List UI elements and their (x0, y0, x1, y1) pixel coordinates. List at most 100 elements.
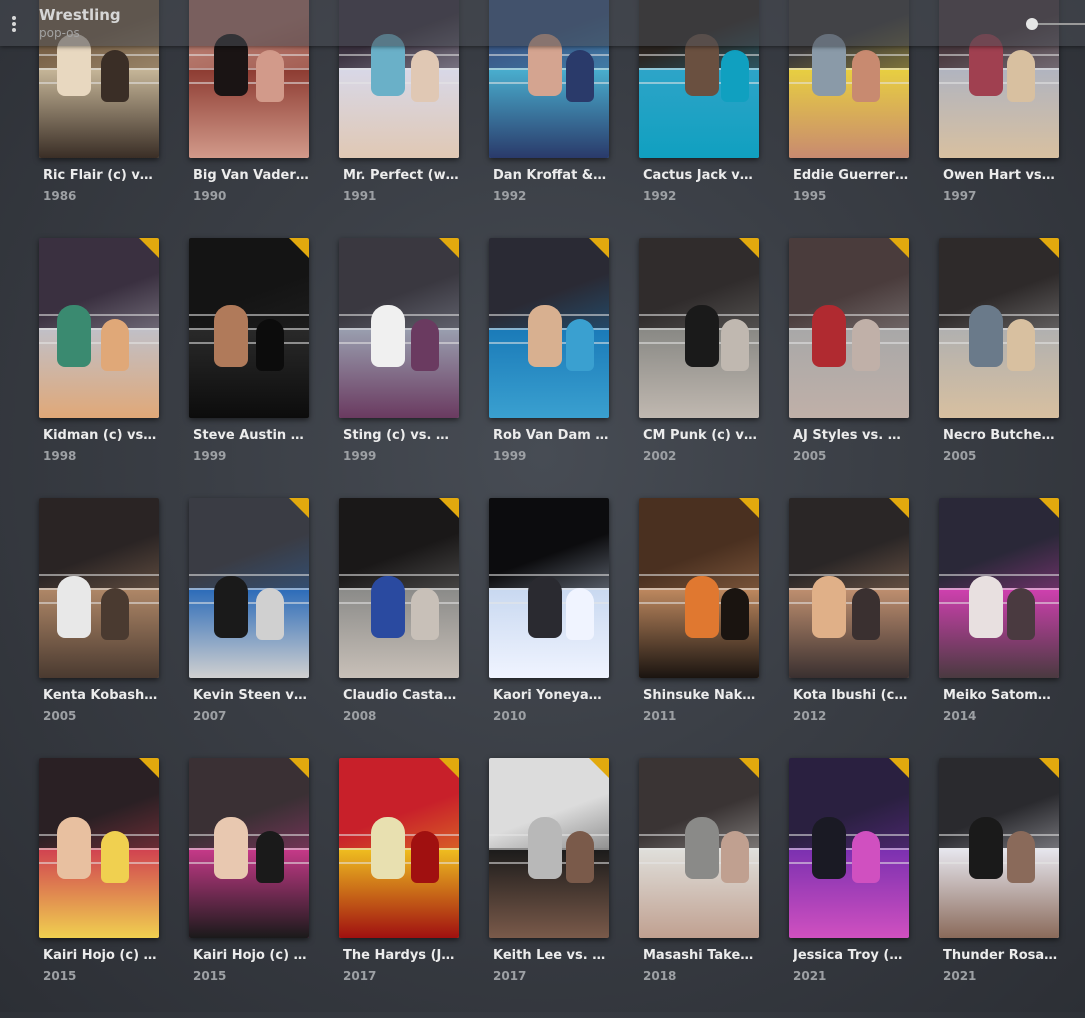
media-title[interactable]: AJ Styles vs. Aby… (793, 428, 909, 443)
media-year: 1997 (943, 189, 977, 203)
poster-thumbnail[interactable] (39, 238, 159, 418)
library-title: Wrestling (39, 6, 121, 24)
media-card[interactable]: Kota Ibushi (c) v… 2012 (789, 498, 909, 738)
media-card[interactable]: Masashi Takeda… 2018 (639, 758, 759, 998)
poster-thumbnail[interactable] (39, 498, 159, 678)
poster-thumbnail[interactable] (489, 498, 609, 678)
poster-thumbnail[interactable] (639, 498, 759, 678)
media-card[interactable]: Steve Austin (c) … 1999 (189, 238, 309, 478)
media-title[interactable]: Kaori Yoneyama… (493, 688, 609, 703)
media-title[interactable]: Eddie Guerrero … (793, 168, 909, 183)
wrestler-figure (411, 588, 439, 640)
poster-thumbnail[interactable] (939, 758, 1059, 938)
poster-thumbnail[interactable] (339, 758, 459, 938)
header-bar: Wrestling pop-os (0, 0, 1085, 46)
media-card[interactable]: Kevin Steen vs. … 2007 (189, 498, 309, 738)
media-card[interactable]: CM Punk (c) vs. … 2002 (639, 238, 759, 478)
media-title[interactable]: Jessica Troy (c) v… (793, 948, 909, 963)
media-card[interactable]: Kairi Hojo (c) vs.… 2015 (189, 758, 309, 998)
media-card[interactable]: Rob Van Dam (c… 1999 (489, 238, 609, 478)
media-title[interactable]: Dan Kroffat & D… (493, 168, 609, 183)
poster-thumbnail[interactable] (939, 498, 1059, 678)
wrestler-figure (721, 831, 749, 883)
media-title[interactable]: Kota Ibushi (c) v… (793, 688, 909, 703)
wrestler-figure (852, 831, 880, 883)
media-year: 2015 (43, 969, 77, 983)
media-title[interactable]: Cactus Jack vs. S… (643, 168, 759, 183)
media-card[interactable]: Sting (c) vs. Dia… 1999 (339, 238, 459, 478)
media-title[interactable]: Claudio Castagn… (343, 688, 459, 703)
media-title[interactable]: Owen Hart vs. T… (943, 168, 1059, 183)
media-card[interactable]: Keith Lee vs. Do… 2017 (489, 758, 609, 998)
media-title[interactable]: CM Punk (c) vs. … (643, 428, 759, 443)
media-year: 1990 (193, 189, 227, 203)
media-year: 2008 (343, 709, 377, 723)
media-title[interactable]: Big Van Vader (c… (193, 168, 309, 183)
poster-thumbnail[interactable] (939, 238, 1059, 418)
more-options-icon[interactable] (4, 10, 24, 36)
poster-thumbnail[interactable] (189, 238, 309, 418)
media-title[interactable]: Sting (c) vs. Dia… (343, 428, 459, 443)
media-title[interactable]: Necro Butcher v… (943, 428, 1059, 443)
poster-thumbnail[interactable] (339, 238, 459, 418)
media-title[interactable]: Kenta Kobashi v… (43, 688, 159, 703)
poster-thumbnail[interactable] (789, 758, 909, 938)
ring-rope (189, 68, 309, 70)
poster-thumbnail[interactable] (489, 238, 609, 418)
media-card[interactable]: Thunder Rosa v… 2021 (939, 758, 1059, 998)
media-title[interactable]: Keith Lee vs. Do… (493, 948, 609, 963)
media-card[interactable]: The Hardys (Jeff… 2017 (339, 758, 459, 998)
wrestler-figure (101, 831, 129, 883)
ring-rope (189, 342, 309, 344)
poster-thumbnail[interactable] (39, 758, 159, 938)
wrestler-figure (1007, 319, 1035, 371)
media-title[interactable]: Kairi Hojo (c) vs.… (43, 948, 159, 963)
poster-thumbnail[interactable] (639, 238, 759, 418)
media-card[interactable]: Jessica Troy (c) v… 2021 (789, 758, 909, 998)
slider-thumb[interactable] (1026, 18, 1038, 30)
unwatched-corner-badge (739, 238, 759, 258)
media-card[interactable]: Kaori Yoneyama… 2010 (489, 498, 609, 738)
media-year: 2005 (43, 709, 77, 723)
media-title[interactable]: Steve Austin (c) … (193, 428, 309, 443)
ring-rope (789, 82, 909, 84)
media-card[interactable]: Meiko Satomur… 2014 (939, 498, 1059, 738)
ring-rope (789, 848, 909, 850)
ring-rope (339, 574, 459, 576)
poster-thumbnail[interactable] (339, 498, 459, 678)
wrestler-figure (528, 817, 562, 879)
poster-thumbnail[interactable] (189, 758, 309, 938)
ring-rope (789, 328, 909, 330)
media-card[interactable]: Kenta Kobashi v… 2005 (39, 498, 159, 738)
poster-size-slider[interactable] (1026, 13, 1085, 35)
media-title[interactable]: Thunder Rosa v… (943, 948, 1059, 963)
media-title[interactable]: Masashi Takeda… (643, 948, 759, 963)
media-title[interactable]: Ric Flair (c) vs. B… (43, 168, 159, 183)
media-title[interactable]: The Hardys (Jeff… (343, 948, 459, 963)
media-title[interactable]: Kairi Hojo (c) vs.… (193, 948, 309, 963)
poster-thumbnail[interactable] (189, 498, 309, 678)
wrestler-figure (1007, 588, 1035, 640)
media-year: 1991 (343, 189, 377, 203)
wrestler-figure (685, 817, 719, 879)
poster-thumbnail[interactable] (489, 758, 609, 938)
wrestler-figure (1007, 50, 1035, 102)
poster-thumbnail[interactable] (789, 498, 909, 678)
ring-rope (789, 574, 909, 576)
media-title[interactable]: Mr. Perfect (w/C… (343, 168, 459, 183)
media-card[interactable]: Kairi Hojo (c) vs.… 2015 (39, 758, 159, 998)
media-title[interactable]: Kevin Steen vs. … (193, 688, 309, 703)
media-title[interactable]: Meiko Satomur… (943, 688, 1059, 703)
media-card[interactable]: Claudio Castagn… 2008 (339, 498, 459, 738)
media-year: 2017 (493, 969, 527, 983)
media-title[interactable]: Rob Van Dam (c… (493, 428, 609, 443)
media-title[interactable]: Kidman (c) vs. R… (43, 428, 159, 443)
ring-rope (789, 68, 909, 70)
media-card[interactable]: Shinsuke Naka… 2011 (639, 498, 759, 738)
media-card[interactable]: AJ Styles vs. Aby… 2005 (789, 238, 909, 478)
poster-thumbnail[interactable] (639, 758, 759, 938)
media-card[interactable]: Kidman (c) vs. R… 1998 (39, 238, 159, 478)
media-card[interactable]: Necro Butcher v… 2005 (939, 238, 1059, 478)
media-title[interactable]: Shinsuke Naka… (643, 688, 759, 703)
poster-thumbnail[interactable] (789, 238, 909, 418)
